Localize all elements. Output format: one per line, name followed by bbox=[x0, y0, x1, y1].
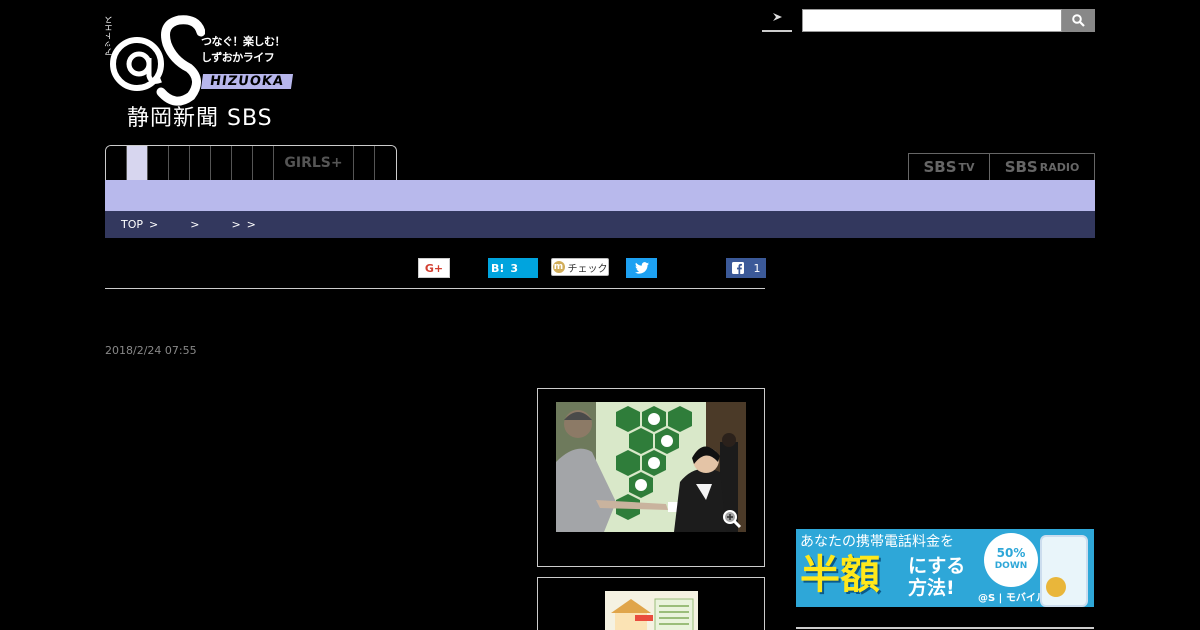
zoom-icon[interactable] bbox=[722, 509, 742, 529]
sbs-radio-suffix: RADIO bbox=[1039, 160, 1080, 174]
tab-4[interactable] bbox=[169, 146, 190, 180]
site-logo[interactable]: アットエス つなぐ！楽しむ！ しずおかライフ HIZUOKA 静岡新聞 SBS bbox=[104, 12, 295, 131]
sbs-radio-label: SBS bbox=[1004, 158, 1038, 176]
coin-illustration bbox=[1046, 577, 1066, 597]
tab-1[interactable] bbox=[106, 146, 127, 180]
mixi-label: チェック bbox=[567, 263, 608, 275]
ad-discount-badge: 50% DOWN bbox=[984, 533, 1038, 587]
google-plus-share-button[interactable]: G+ bbox=[418, 258, 450, 278]
phone-illustration bbox=[1040, 535, 1088, 607]
tab-6[interactable] bbox=[211, 146, 232, 180]
ad-sub-text: にする 方法! bbox=[908, 555, 965, 599]
tab-5[interactable] bbox=[190, 146, 211, 180]
mixi-icon: m bbox=[552, 261, 565, 273]
search-button[interactable] bbox=[1062, 9, 1095, 32]
twitter-icon bbox=[634, 262, 649, 274]
ad-main-text: 半額 bbox=[800, 552, 880, 598]
search-scope-toggle[interactable] bbox=[762, 8, 792, 32]
logo-at-s-mark bbox=[110, 15, 205, 106]
article-date: 2018/2/24 07:55 bbox=[105, 344, 197, 357]
hatena-bookmark-button[interactable]: B! 3 bbox=[488, 258, 538, 278]
breadcrumb-sep: > bbox=[190, 218, 200, 231]
facebook-icon bbox=[731, 262, 744, 274]
external-links: SBS TV SBS RADIO bbox=[908, 153, 1095, 180]
logo-tagline: つなぐ！楽しむ！ しずおかライフ bbox=[201, 34, 286, 66]
article-photo[interactable] bbox=[556, 402, 746, 532]
flyer-image bbox=[605, 591, 698, 630]
search-icon bbox=[1072, 14, 1085, 27]
logo-publisher: 静岡新聞 SBS bbox=[127, 106, 273, 131]
hatena-count: 3 bbox=[510, 261, 519, 275]
logo-tagline-1: つなぐ！楽しむ！ bbox=[201, 35, 286, 48]
tab-10[interactable] bbox=[354, 146, 375, 180]
tab-3[interactable] bbox=[148, 146, 169, 180]
breadcrumb-sep: > bbox=[149, 218, 159, 231]
article-photo-2[interactable] bbox=[605, 591, 698, 630]
header-divider bbox=[105, 288, 765, 289]
sidebar-divider bbox=[796, 627, 1094, 629]
twitter-share-button[interactable] bbox=[626, 258, 657, 278]
facebook-count: 1 bbox=[753, 261, 761, 275]
ad-headline: あなたの携帯電話料金を bbox=[800, 534, 954, 550]
mobile-plan-ad-banner[interactable]: あなたの携帯電話料金を 半額 にする 方法! 50% DOWN @S | モバイ… bbox=[796, 529, 1094, 607]
sbs-tv-label: SBS bbox=[923, 158, 957, 176]
facebook-share-button[interactable]: 1 bbox=[726, 258, 766, 278]
photo-scene bbox=[556, 402, 746, 532]
subnav-band bbox=[105, 180, 1095, 211]
breadcrumb-sep: > bbox=[246, 218, 256, 231]
logo-tagline-2: しずおかライフ bbox=[201, 51, 275, 64]
ad-sub-line-1: にする bbox=[908, 555, 966, 577]
sbs-radio-link[interactable]: SBS RADIO bbox=[989, 153, 1095, 180]
tab-2-active[interactable] bbox=[127, 146, 148, 180]
search-input[interactable] bbox=[802, 9, 1062, 32]
tab-girls-plus[interactable]: GIRLS+ bbox=[274, 146, 354, 180]
arrow-icon bbox=[773, 13, 782, 21]
breadcrumb: TOP > > > > bbox=[105, 211, 1095, 238]
tab-7[interactable] bbox=[232, 146, 253, 180]
mixi-check-button[interactable]: m チェック bbox=[551, 258, 609, 276]
ad-badge-percent: 50% bbox=[996, 546, 1026, 560]
ad-badge-word: DOWN bbox=[994, 561, 1028, 571]
tab-8[interactable] bbox=[253, 146, 274, 180]
category-tabs: GIRLS+ bbox=[105, 145, 397, 180]
article-photo-frame-2 bbox=[537, 577, 765, 630]
article-photo-frame bbox=[537, 388, 765, 567]
breadcrumb-sep: > bbox=[231, 218, 241, 231]
ad-brand: @S | モバイル bbox=[978, 593, 1046, 604]
ad-sub-line-2: 方法! bbox=[908, 577, 955, 599]
tab-11[interactable] bbox=[375, 146, 396, 180]
hatena-icon: B! bbox=[491, 261, 505, 275]
logo-region: HIZUOKA bbox=[200, 74, 293, 89]
sbs-tv-suffix: TV bbox=[958, 160, 975, 174]
sbs-tv-link[interactable]: SBS TV bbox=[908, 153, 989, 180]
breadcrumb-top[interactable]: TOP bbox=[121, 218, 143, 231]
